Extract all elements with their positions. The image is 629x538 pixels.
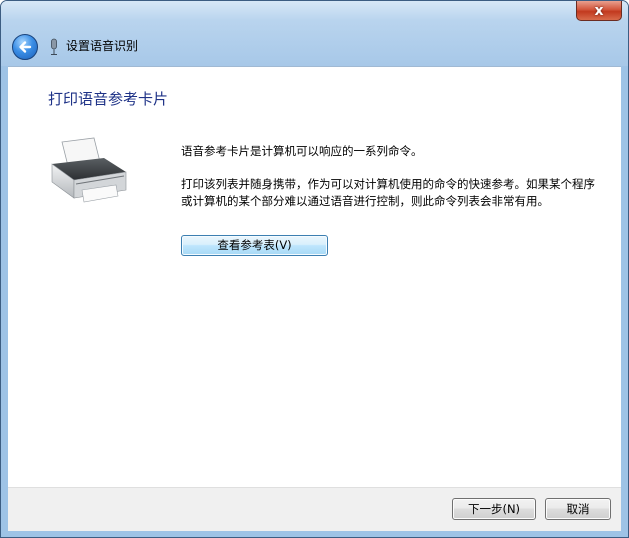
next-button[interactable]: 下一步(N) <box>452 498 536 520</box>
back-arrow-icon <box>19 41 32 53</box>
close-icon: x <box>594 2 604 19</box>
content-panel: 打印语音参考卡片 语音参考卡片是计算机可以响应的一系列命令。 打印该列表并随身携… <box>8 66 621 487</box>
microphone-icon <box>51 38 57 55</box>
page-heading: 打印语音参考卡片 <box>48 90 169 108</box>
wizard-footer: 下一步(N) 取消 <box>8 487 621 531</box>
printer-icon <box>51 137 127 203</box>
view-reference-button[interactable]: 查看参考表(V) <box>181 235 328 256</box>
back-button[interactable] <box>12 34 38 60</box>
instruction-text: 打印该列表并随身携带，作为可以对计算机使用的命令的快速参考。如果某个程序或计算机… <box>181 177 595 208</box>
cancel-button[interactable]: 取消 <box>545 498 611 520</box>
title-bar: x 设置语音识别 <box>1 1 628 66</box>
description-text: 语音参考卡片是计算机可以响应的一系列命令。 <box>181 144 423 158</box>
wizard-window: x 设置语音识别 打印语音参考卡片 语音参考卡片是计算机可以响应的一系列命令。 … <box>0 0 629 538</box>
window-title: 设置语音识别 <box>66 39 139 53</box>
close-button[interactable]: x <box>576 1 622 21</box>
